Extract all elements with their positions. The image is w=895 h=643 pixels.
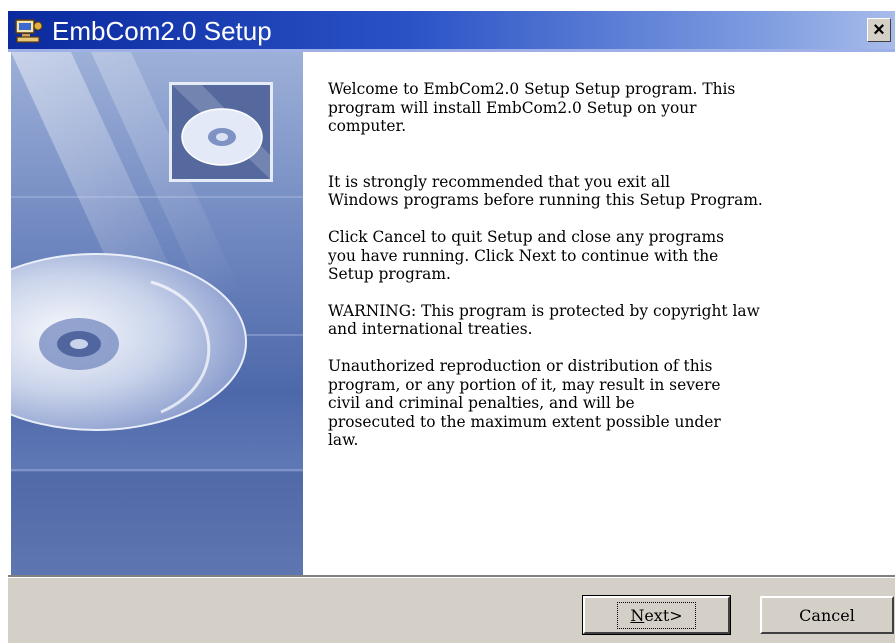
close-button[interactable]: × — [867, 18, 891, 42]
button-bar: Next> Cancel — [8, 578, 895, 643]
setup-computer-icon — [15, 19, 43, 43]
next-mnemonic: N — [630, 605, 645, 625]
next-button-label: Next> — [617, 601, 696, 629]
paragraph-instructions: Click Cancel to quit Setup and close any… — [328, 227, 725, 284]
paragraph-legal: Unauthorized reproduction or distributio… — [328, 356, 721, 450]
cancel-button[interactable]: Cancel — [760, 596, 894, 634]
title-bar[interactable]: EmbCom2.0 Setup × — [8, 11, 895, 52]
side-artwork — [11, 52, 303, 577]
setup-dialog-body: Welcome to EmbCom2.0 Setup Setup program… — [8, 52, 895, 643]
cd-disc-icon — [169, 82, 273, 182]
welcome-text: Welcome to EmbCom2.0 Setup Setup program… — [328, 80, 888, 450]
next-button[interactable]: Next> — [582, 595, 731, 635]
window-title: EmbCom2.0 Setup — [52, 16, 272, 46]
next-label-rest: ext> — [644, 605, 683, 625]
paragraph-warning: WARNING: This program is protected by co… — [328, 301, 760, 339]
paragraph-recommendation: It is strongly recommended that you exit… — [328, 172, 763, 210]
paragraph-welcome: Welcome to EmbCom2.0 Setup Setup program… — [328, 80, 736, 136]
